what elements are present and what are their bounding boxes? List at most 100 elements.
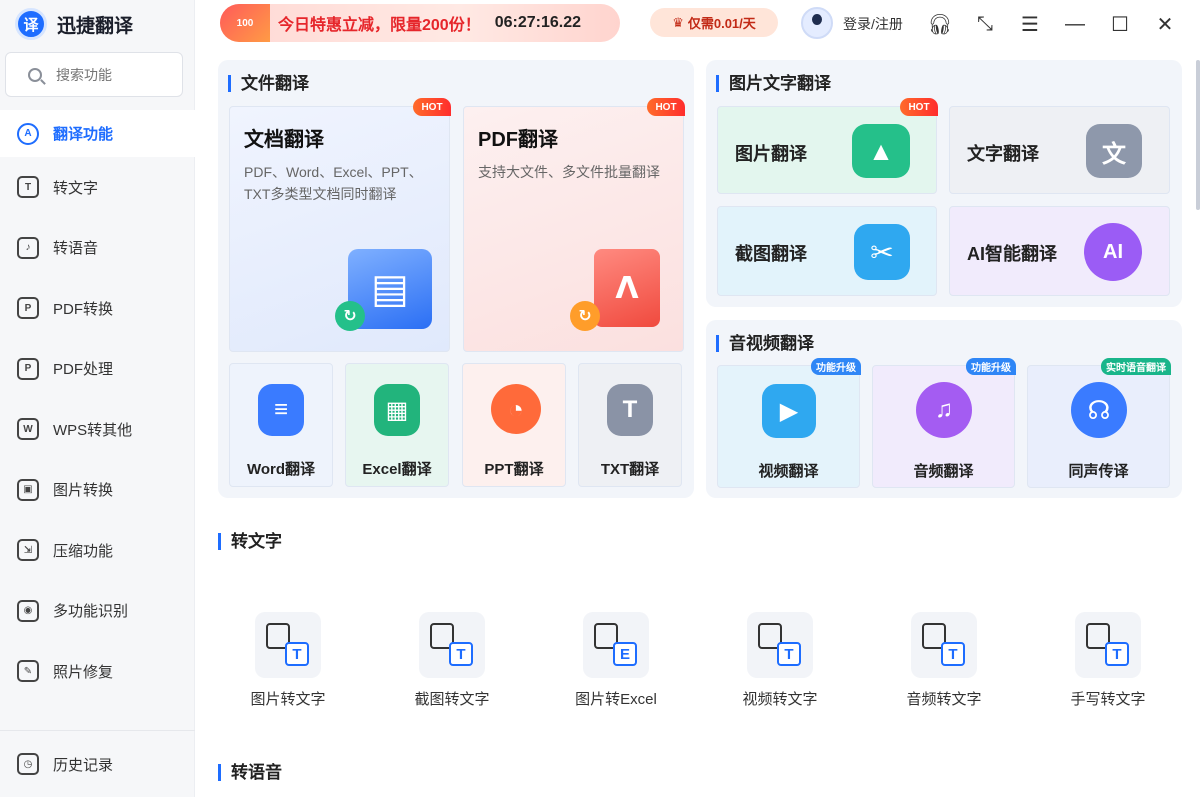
sidebar-item-wps-convert[interactable]: W WPS转其他 — [0, 399, 195, 460]
card-title: PDF翻译 — [478, 129, 558, 151]
handwriting-to-text-tool[interactable]: T 手写转文字 — [1043, 612, 1173, 709]
image-convert-icon: ▣ — [17, 478, 39, 501]
video-translate-card[interactable]: 功能升级 ▶ 视频翻译 — [717, 358, 861, 488]
image-to-excel-icon: E — [583, 612, 649, 678]
pdf-translate-card[interactable]: HOT PDF翻译 支持大文件、多文件批量翻译 ᐱ ↻ — [463, 98, 685, 352]
tool-label: 视频转文字 — [742, 691, 818, 708]
section-title-to-speech: 转语音 — [218, 764, 282, 781]
ppt-translate-card[interactable]: ◔ PPT翻译 — [462, 363, 566, 487]
sidebar-item-to-speech[interactable]: ♪ 转语音 — [0, 218, 195, 279]
scrollbar[interactable] — [1196, 60, 1200, 210]
image-to-excel-tool[interactable]: E 图片转Excel — [551, 612, 681, 709]
image-translate-card[interactable]: HOT 图片翻译 ▲ — [717, 98, 938, 194]
tool-label: 截图转文字 — [414, 691, 490, 708]
upgrade-badge: 功能升级 — [811, 358, 861, 375]
translate-icon: A — [17, 122, 39, 145]
sidebar-item-label: 压缩功能 — [53, 542, 114, 560]
headset-icon[interactable]: 🎧︎ — [927, 11, 953, 37]
ppt-icon: ◔ — [491, 384, 541, 434]
ai-translate-card[interactable]: AI智能翻译 AI — [949, 206, 1170, 296]
sidebar-item-pdf-convert[interactable]: P PDF转换 — [0, 278, 195, 339]
tool-label: 手写转文字 — [1070, 691, 1146, 708]
card-label: 视频翻译 — [758, 463, 819, 480]
login-link[interactable]: 登录/注册 — [843, 14, 903, 34]
upgrade-badge: 功能升级 — [966, 358, 1016, 375]
close-icon[interactable]: ✕ — [1152, 11, 1178, 37]
video-to-text-tool[interactable]: T 视频转文字 — [715, 612, 845, 709]
text-translate-card[interactable]: 文字翻译 文 — [949, 106, 1170, 194]
sidebar-item-label: 转语音 — [53, 240, 99, 258]
txt-translate-card[interactable]: T TXT翻译 — [578, 363, 682, 487]
video-icon: ▶ — [762, 384, 816, 438]
refresh-icon: ↻ — [335, 301, 365, 331]
avatar[interactable] — [801, 7, 833, 39]
av-translation-panel: 音视频翻译 功能升级 ▶ 视频翻译 功能升级 ♫ 音频翻译 实时语音翻译 ☊ 同… — [706, 320, 1182, 498]
audio-translate-card[interactable]: 功能升级 ♫ 音频翻译 — [872, 358, 1016, 488]
word-translate-card[interactable]: ≡ Word翻译 — [229, 363, 333, 487]
sidebar-item-photo-repair[interactable]: ✎ 照片修复 — [0, 641, 195, 702]
sidebar-item-history[interactable]: ◷ 历史记录 — [0, 730, 195, 797]
price-button[interactable]: ♛ 仅需0.01/天 — [650, 8, 778, 37]
mini-mode-icon[interactable]: ⤡ — [972, 11, 998, 37]
section-title: 音视频翻译 — [716, 335, 814, 352]
card-label: 图片翻译 — [735, 144, 807, 164]
promo-countdown: 06:27:16.22 — [494, 14, 581, 31]
video-to-text-icon: T — [747, 612, 813, 678]
minimize-icon[interactable]: — — [1062, 11, 1088, 37]
search-input[interactable] — [56, 66, 166, 83]
screenshot-translate-card[interactable]: 截图翻译 ✂ — [717, 206, 937, 296]
menu-icon[interactable]: ☰ — [1017, 11, 1043, 37]
app-logo: 译 迅捷翻译 — [15, 8, 133, 40]
file-translation-panel: 文件翻译 HOT 文档翻译 PDF、Word、Excel、PPT、TXT多类型文… — [218, 60, 694, 498]
app-name: 迅捷翻译 — [57, 15, 134, 37]
sidebar-item-label: 照片修复 — [53, 663, 114, 681]
maximize-icon[interactable]: ☐ — [1107, 11, 1133, 37]
screenshot-to-text-tool[interactable]: T 截图转文字 — [387, 612, 517, 709]
sidebar-item-to-text[interactable]: T 转文字 — [0, 157, 195, 218]
txt-icon: T — [607, 384, 653, 436]
section-title-to-text: 转文字 — [218, 533, 282, 550]
audio-to-text-tool[interactable]: T 音频转文字 — [879, 612, 1009, 709]
simultaneous-translate-card[interactable]: 实时语音翻译 ☊ 同声传译 — [1027, 358, 1171, 488]
sidebar-item-label: 历史记录 — [53, 756, 114, 774]
ai-icon: AI — [1084, 223, 1142, 281]
card-label: PPT翻译 — [484, 461, 544, 478]
section-title: 文件翻译 — [228, 75, 309, 92]
sidebar-item-translate[interactable]: A 翻译功能 — [0, 110, 195, 157]
hot-badge: HOT — [413, 98, 451, 116]
sidebar-item-label: PDF转换 — [53, 300, 114, 318]
search-icon — [28, 67, 42, 82]
image-translation-panel: 图片文字翻译 HOT 图片翻译 ▲ 文字翻译 文 截图翻译 ✂ AI智能翻译 A… — [706, 60, 1182, 307]
search-box[interactable] — [5, 52, 183, 97]
recognize-icon: ◉ — [17, 599, 39, 622]
sidebar-item-label: PDF处理 — [53, 361, 114, 379]
sidebar-nav: A 翻译功能 T 转文字 ♪ 转语音 P PDF转换 P PDF处理 W WPS转其他 ▣ 图… — [0, 110, 195, 702]
logo-icon: 译 — [15, 8, 47, 40]
tool-label: 图片转文字 — [250, 691, 326, 708]
sidebar-item-pdf-process[interactable]: P PDF处理 — [0, 339, 195, 400]
doc-translate-card[interactable]: HOT 文档翻译 PDF、Word、Excel、PPT、TXT多类型文档同时翻译… — [229, 98, 451, 352]
card-desc: PDF、Word、Excel、PPT、TXT多类型文档同时翻译 — [244, 164, 423, 202]
card-label: TXT翻译 — [600, 461, 660, 478]
excel-translate-card[interactable]: ▦ Excel翻译 — [345, 363, 449, 487]
gift-icon: 100 — [220, 4, 270, 42]
sidebar-item-label: 多功能识别 — [53, 603, 129, 621]
image-to-text-tool[interactable]: T 图片转文字 — [223, 612, 353, 709]
to-text-icon: T — [17, 176, 39, 199]
promo-banner[interactable]: 100 今日特惠立减，限量200份！ 06:27:16.22 — [220, 4, 620, 42]
headphones-icon: ☊ — [1071, 382, 1127, 438]
sidebar-item-image-convert[interactable]: ▣ 图片转换 — [0, 460, 195, 521]
tool-label: 音频转文字 — [906, 691, 982, 708]
card-desc: 支持大文件、多文件批量翻译 — [478, 164, 660, 180]
promo-text: 今日特惠立减，限量200份！ — [278, 17, 481, 34]
sidebar-item-compress[interactable]: ⇲ 压缩功能 — [0, 520, 195, 581]
to-speech-icon: ♪ — [17, 236, 39, 259]
text-icon: 文 — [1086, 124, 1142, 178]
hot-badge: HOT — [900, 98, 938, 116]
tool-label: 图片转Excel — [575, 691, 657, 708]
pdf-file-icon: ᐱ — [594, 249, 660, 327]
top-bar: 100 今日特惠立减，限量200份！ 06:27:16.22 ♛ 仅需0.01/天… — [195, 0, 1200, 48]
sidebar-item-recognize[interactable]: ◉ 多功能识别 — [0, 581, 195, 642]
compress-icon: ⇲ — [17, 539, 39, 562]
sidebar-item-label: 翻译功能 — [53, 126, 114, 143]
